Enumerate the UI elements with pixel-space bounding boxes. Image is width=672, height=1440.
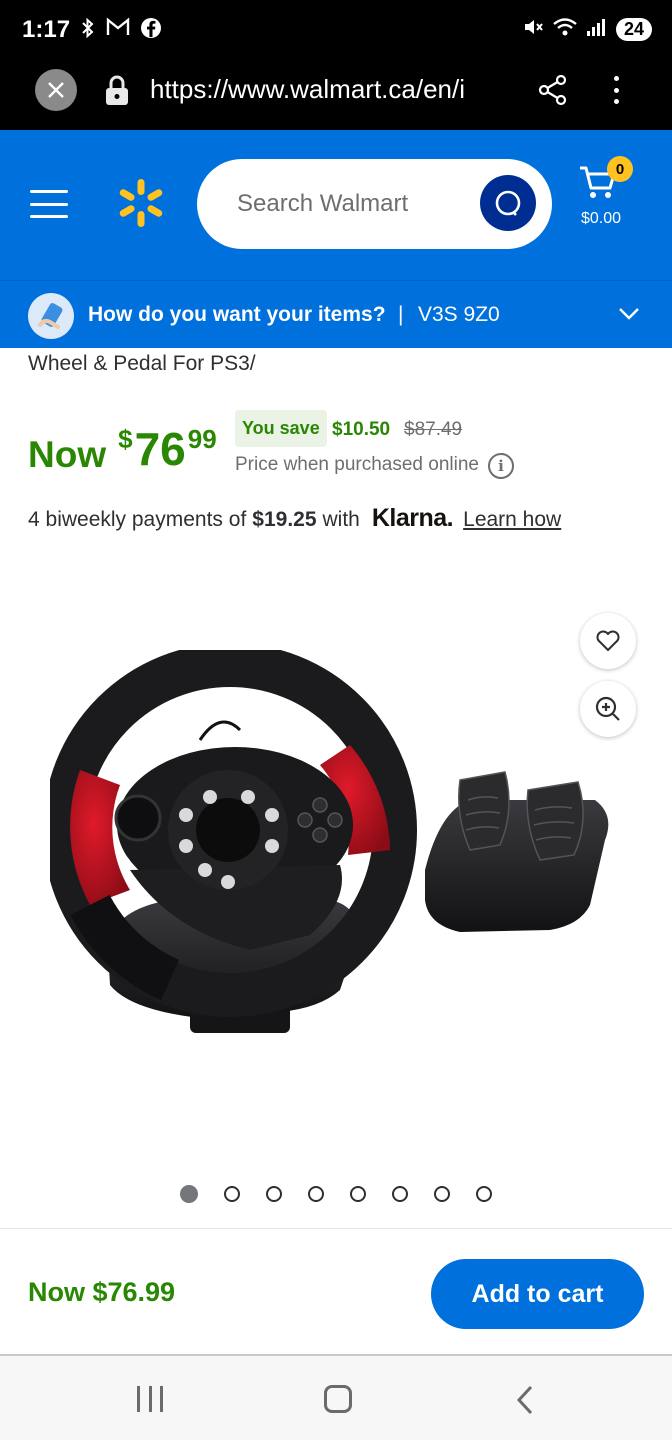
cart-total: $0.00: [581, 210, 622, 227]
current-price: Now $ 76 99: [28, 422, 217, 476]
browser-toolbar: https://www.walmart.ca/en/i: [0, 60, 672, 130]
gallery-dot-2[interactable]: [224, 1186, 240, 1202]
klarna-with: with: [322, 508, 360, 531]
system-icons: 24: [522, 16, 652, 43]
delivery-icon: [28, 293, 74, 339]
klarna-prefix: 4 biweekly payments of: [28, 508, 247, 531]
url-field[interactable]: https://www.walmart.ca/en/i: [150, 74, 465, 105]
gallery-dot-5[interactable]: [350, 1186, 366, 1202]
gmail-icon: [106, 17, 130, 45]
share-icon[interactable]: [538, 74, 568, 106]
more-options-icon[interactable]: [604, 72, 628, 108]
cart-button[interactable]: 0 $0.00: [574, 156, 634, 234]
bluetooth-icon: [80, 17, 96, 45]
wifi-icon: [552, 16, 578, 43]
klarna-logo: Klarna.: [371, 504, 454, 532]
gallery-dot-3[interactable]: [266, 1186, 282, 1202]
chevron-down-icon[interactable]: [618, 306, 640, 322]
status-bar: 1:17 24: [0, 0, 672, 60]
gallery-dot-8[interactable]: [476, 1186, 492, 1202]
zoom-in-icon: [595, 696, 620, 721]
product-image[interactable]: [50, 650, 620, 1040]
price-label: Now: [28, 434, 107, 475]
price-cents: 99: [187, 424, 217, 454]
klarna-amount: $19.25: [252, 508, 317, 531]
mute-icon: [522, 16, 544, 43]
search-button[interactable]: [480, 175, 536, 231]
cart-count-badge: 0: [607, 156, 633, 182]
gallery-dot-4[interactable]: [308, 1186, 324, 1202]
notification-icons: [80, 17, 162, 45]
close-tab-button[interactable]: [35, 69, 77, 111]
product-title: Wheel & Pedal For PS3/: [28, 352, 256, 375]
status-time: 1:17: [22, 16, 71, 43]
learn-how-link[interactable]: Learn how: [463, 508, 561, 532]
price-dollars: 76: [134, 423, 186, 475]
heart-icon: [596, 630, 620, 651]
menu-icon[interactable]: [30, 190, 68, 218]
zoom-button[interactable]: [580, 681, 636, 737]
fulfillment-selector[interactable]: How do you want your items? | V3S 9Z0: [0, 280, 672, 348]
search-icon: [495, 190, 521, 216]
search-input[interactable]: Search Walmart: [197, 159, 552, 249]
search-placeholder: Search Walmart: [237, 190, 409, 217]
fulfillment-separator: |: [398, 303, 404, 326]
recent-apps-icon[interactable]: [137, 1386, 163, 1412]
walmart-spark-logo[interactable]: [116, 178, 166, 228]
fulfillment-question: How do you want your items?: [88, 303, 386, 326]
info-icon[interactable]: i: [488, 453, 514, 479]
gallery-dot-6[interactable]: [392, 1186, 408, 1202]
site-header: Search Walmart 0 $0.00: [0, 130, 672, 280]
postal-code: V3S 9Z0: [418, 303, 500, 326]
sticky-purchase-bar: Now $76.99 Add to cart: [0, 1228, 672, 1356]
gallery-dot-7[interactable]: [434, 1186, 450, 1202]
save-amount: $10.50: [332, 419, 391, 440]
gallery-dot-1[interactable]: [180, 1185, 198, 1203]
signal-icon: [586, 17, 608, 42]
facebook-icon: [140, 17, 162, 45]
sticky-price: Now $76.99: [28, 1277, 176, 1307]
price-note: Price when purchased online: [235, 454, 479, 475]
gallery-pagination: [180, 1185, 518, 1203]
price-currency: $: [118, 424, 133, 454]
favorite-button[interactable]: [580, 613, 636, 669]
home-icon[interactable]: [324, 1385, 352, 1413]
back-icon[interactable]: [515, 1384, 535, 1416]
klarna-financing: 4 biweekly payments of $19.25 with Klarn…: [28, 504, 561, 533]
you-save-badge: You save: [235, 410, 327, 447]
lock-icon[interactable]: [104, 74, 130, 106]
battery-indicator: 24: [615, 18, 652, 41]
was-price: $87.49: [404, 419, 463, 440]
add-to-cart-button[interactable]: Add to cart: [431, 1259, 644, 1329]
close-icon: [48, 82, 64, 98]
system-nav-bar: [0, 1356, 672, 1440]
